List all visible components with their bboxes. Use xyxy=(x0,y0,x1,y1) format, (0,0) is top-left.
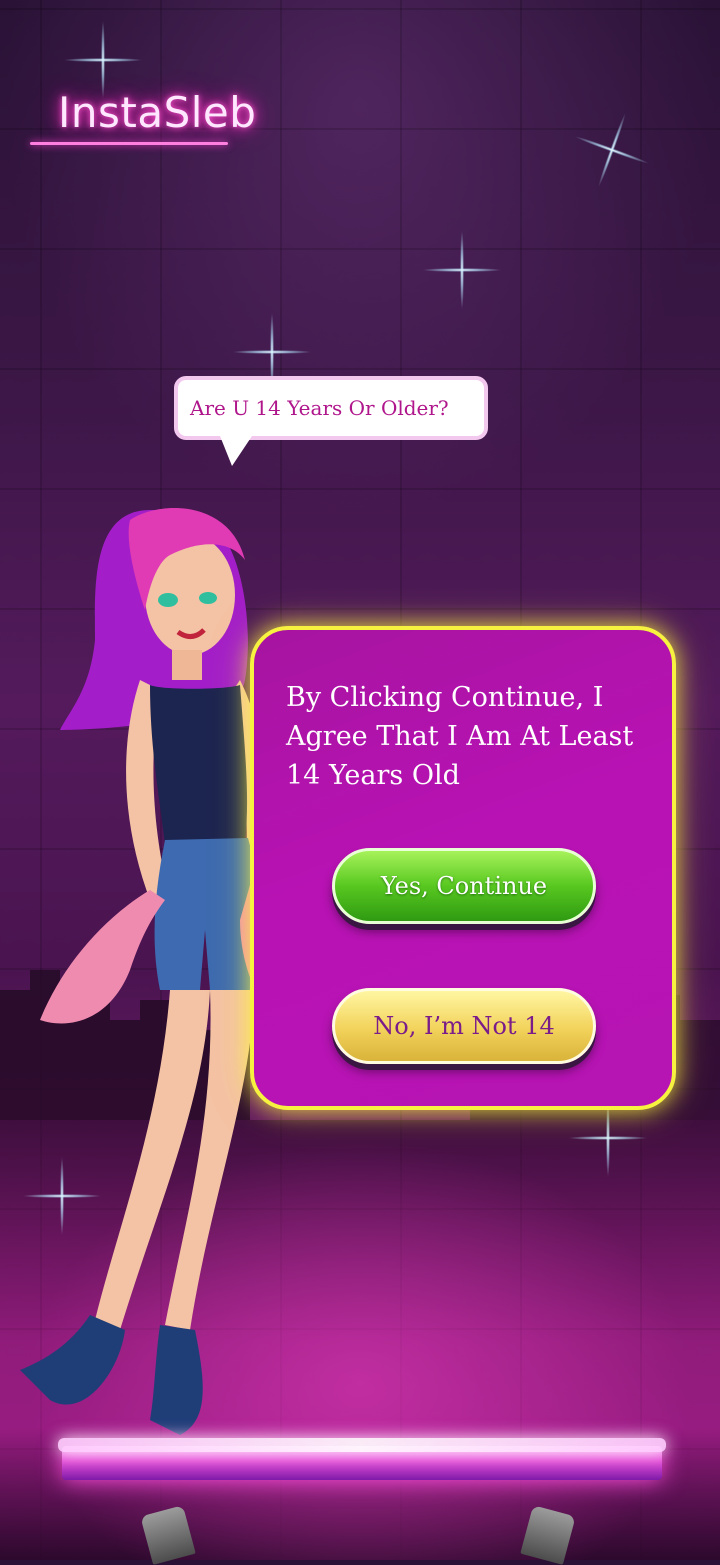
not-14-label: No, I’m Not 14 xyxy=(373,1012,555,1040)
speech-bubble-text: Are U 14 Years Or Older? xyxy=(190,396,449,420)
speech-bubble-tail xyxy=(220,436,252,466)
logo-underline xyxy=(30,142,228,145)
yes-continue-label: Yes, Continue xyxy=(380,872,548,900)
yes-continue-button[interactable]: Yes, Continue xyxy=(332,848,596,924)
age-confirmation-panel: By Clicking Continue, I Agree That I Am … xyxy=(250,626,676,1110)
app-logo: InstaSleb xyxy=(58,88,257,137)
speech-bubble: Are U 14 Years Or Older? xyxy=(174,376,488,440)
not-14-button[interactable]: No, I’m Not 14 xyxy=(332,988,596,1064)
stage-platform-edge xyxy=(58,1438,666,1452)
age-confirmation-message: By Clicking Continue, I Agree That I Am … xyxy=(286,682,634,791)
background-glow xyxy=(0,0,720,520)
